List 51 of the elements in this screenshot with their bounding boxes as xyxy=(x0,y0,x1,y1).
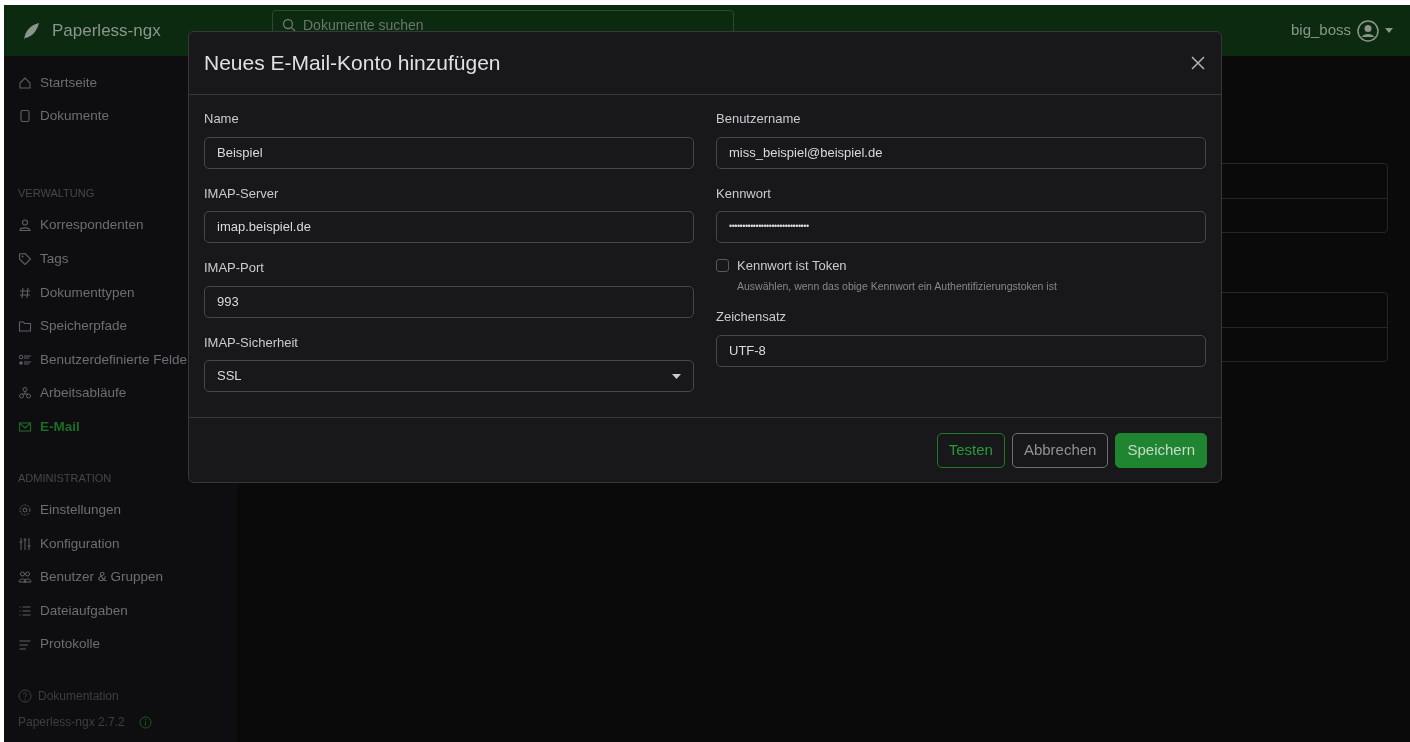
people-icon xyxy=(18,570,32,585)
sidebar-item[interactable]: Protokolle xyxy=(4,627,237,662)
list-icon xyxy=(18,603,32,618)
person-icon xyxy=(18,218,32,233)
close-button[interactable] xyxy=(1190,55,1206,71)
sidebar-item[interactable]: Benutzer & Gruppen xyxy=(4,560,237,595)
lines-icon xyxy=(18,637,32,652)
input-field[interactable]: imap.beispiel.de xyxy=(204,211,694,243)
user-name[interactable]: big_boss xyxy=(1290,19,1351,42)
field-label: Kennwort xyxy=(716,184,772,203)
close-icon xyxy=(1191,56,1205,70)
sliders-icon xyxy=(18,536,32,551)
doc-icon xyxy=(18,109,32,124)
user-avatar-icon[interactable] xyxy=(1357,19,1379,42)
sidebar-item[interactable]: Einstellungen xyxy=(4,493,237,527)
sidebar-item[interactable]: E-Mail xyxy=(4,410,237,444)
sidebar-item[interactable]: Dateiaufgaben xyxy=(4,594,237,628)
mail-icon xyxy=(18,420,32,435)
field-label: IMAP-Server xyxy=(204,184,280,203)
select-field[interactable]: SSL xyxy=(204,360,694,392)
section-heading: ADMINISTRATION xyxy=(17,470,113,486)
caret-icon[interactable] xyxy=(1385,27,1393,34)
input-field[interactable]: Beispiel xyxy=(204,136,694,169)
hash-icon xyxy=(18,285,32,300)
tag-icon xyxy=(18,252,32,267)
gear-icon xyxy=(18,503,32,518)
home-icon xyxy=(18,75,32,90)
search-icon xyxy=(282,17,296,32)
field-label: Zeichensatz xyxy=(716,308,788,327)
caret-icon xyxy=(672,373,681,379)
dialog-button[interactable]: Speichern xyxy=(1115,432,1207,468)
input-field[interactable]: 993 xyxy=(204,285,694,318)
password-field[interactable]: •••••••••••••••••••••••••••••• xyxy=(716,211,1206,243)
dialog-title: Neues E-Mail-Konto hinzufügen xyxy=(204,50,501,77)
input-field[interactable]: UTF-8 xyxy=(716,334,1206,367)
flow-icon xyxy=(18,386,32,401)
dialog-button[interactable]: Testen xyxy=(936,432,1005,468)
help-icon xyxy=(18,689,32,704)
field-label: Benutzername xyxy=(716,110,802,128)
field-label: IMAP-Port xyxy=(204,259,265,277)
field-label: IMAP-Sicherheit xyxy=(204,333,299,352)
input-field[interactable]: miss_beispiel@beispiel.de xyxy=(716,136,1206,169)
hint-text: Auswählen, wenn das obige Kennwort ein Authentifizierungstoken ist xyxy=(737,278,1058,294)
checkbox-label[interactable]: Kennwort ist Token xyxy=(737,256,847,276)
dialog-button[interactable]: Abbrechen xyxy=(1011,432,1109,468)
folder-icon xyxy=(18,319,32,334)
field-label: Name xyxy=(204,110,240,128)
fields-icon xyxy=(18,352,32,367)
checkbox[interactable] xyxy=(716,259,729,273)
leaf-icon xyxy=(21,20,41,41)
sidebar-item[interactable]: Konfiguration xyxy=(4,526,237,561)
